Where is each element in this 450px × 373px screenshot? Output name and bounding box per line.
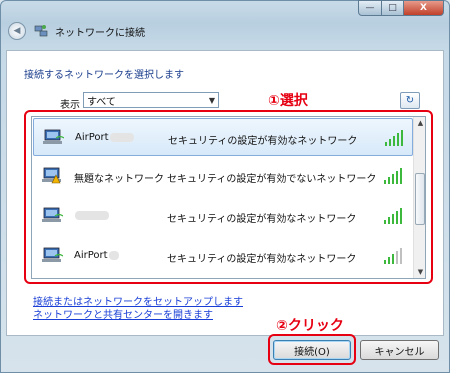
signal-strength-icon bbox=[384, 208, 402, 224]
network-computer-icon bbox=[42, 247, 63, 262]
window-controls: — □ X bbox=[358, 0, 444, 16]
signal-strength-icon bbox=[384, 168, 402, 184]
signal-strength-icon bbox=[385, 130, 403, 146]
minimize-button[interactable]: — bbox=[358, 0, 382, 16]
refresh-icon: ↻ bbox=[405, 95, 415, 106]
window-title: ネットワークに接続 bbox=[55, 27, 145, 39]
network-name: AirPort bbox=[74, 250, 108, 261]
network-row[interactable]: セキュリティの設定が有効なネットワーク bbox=[33, 197, 413, 235]
network-row[interactable]: AirPort セキュリティの設定が有効なネットワーク bbox=[33, 118, 413, 156]
annotation-step1: ①選択 bbox=[268, 93, 308, 109]
connect-button[interactable]: 接続(O) bbox=[273, 340, 351, 360]
filter-selected-value: すべて bbox=[87, 96, 116, 108]
back-button[interactable]: ◀ bbox=[8, 22, 26, 40]
back-arrow-icon: ◀ bbox=[13, 26, 21, 36]
close-button[interactable]: X bbox=[404, 0, 444, 16]
cancel-button[interactable]: キャンセル bbox=[360, 340, 439, 360]
network-sharing-center-link[interactable]: ネットワークと共有センターを開きます bbox=[33, 306, 213, 321]
instruction-text: 接続するネットワークを選択します bbox=[24, 70, 184, 81]
network-list: AirPort セキュリティの設定が有効なネットワーク 無題なネットワーク セキ… bbox=[31, 116, 426, 279]
network-name: 無題なネットワーク bbox=[74, 174, 164, 185]
filter-dropdown[interactable]: すべて ▼ bbox=[83, 92, 219, 108]
network-icon bbox=[34, 24, 48, 38]
scrollbar-thumb[interactable] bbox=[415, 173, 425, 225]
list-scrollbar[interactable]: ▲ ▼ bbox=[413, 117, 425, 278]
maximize-button[interactable]: □ bbox=[382, 0, 404, 16]
network-row[interactable]: 無題なネットワーク セキュリティの設定が有効でないネットワーク bbox=[33, 157, 413, 195]
network-computer-icon bbox=[43, 129, 64, 144]
redacted-text bbox=[75, 210, 109, 220]
network-row[interactable]: AirPort セキュリティの設定が有効なネットワーク bbox=[33, 237, 413, 275]
signal-strength-icon bbox=[384, 248, 402, 264]
refresh-button[interactable]: ↻ bbox=[400, 92, 420, 109]
network-status: セキュリティの設定が有効なネットワーク bbox=[167, 254, 357, 265]
network-name: AirPort bbox=[75, 132, 109, 143]
network-computer-icon bbox=[42, 207, 63, 222]
chevron-down-icon: ▼ bbox=[208, 95, 215, 105]
scroll-up-icon[interactable]: ▲ bbox=[414, 117, 425, 129]
network-status: セキュリティの設定が有効なネットワーク bbox=[167, 214, 357, 225]
annotation-step2: ②クリック bbox=[276, 318, 344, 334]
title-bar: ◀ ネットワークに接続 bbox=[8, 22, 145, 40]
network-status: セキュリティの設定が有効なネットワーク bbox=[168, 136, 358, 147]
scroll-down-icon[interactable]: ▼ bbox=[414, 266, 425, 278]
redacted-text bbox=[108, 250, 119, 260]
network-status: セキュリティの設定が有効でないネットワーク bbox=[167, 174, 377, 185]
filter-label: 表示 bbox=[60, 100, 80, 111]
redacted-text bbox=[109, 132, 134, 142]
unsecured-network-icon bbox=[42, 167, 61, 184]
